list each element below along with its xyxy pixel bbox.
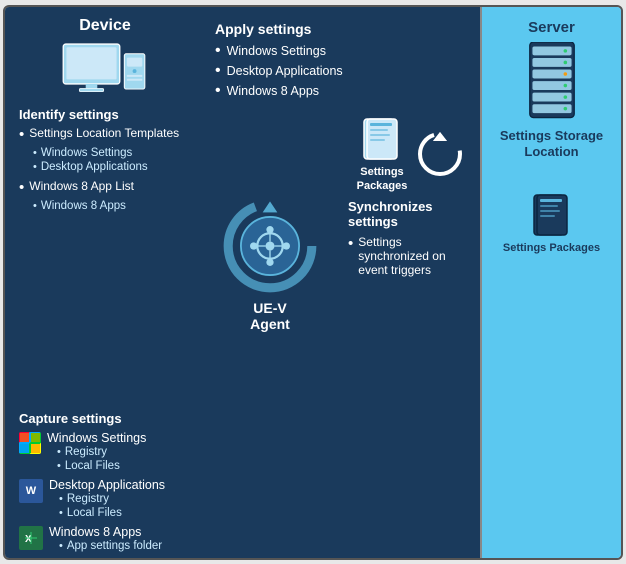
windows-icon — [19, 432, 41, 454]
pkg-label-left: SettingsPackages — [357, 165, 408, 194]
top-section: Device Apply settings — [5, 7, 480, 107]
computer-icon — [60, 39, 150, 107]
capture-windows-sub-1: Registry — [57, 446, 146, 458]
capture-win8-label: Windows 8 Apps — [49, 525, 162, 539]
agent-sync-icon — [215, 196, 325, 296]
pkg-icon-right — [532, 191, 572, 241]
identify-section: Identify settings Settings Location Temp… — [5, 107, 200, 411]
sync-item-1: Settings synchronized on event triggers — [348, 235, 472, 277]
word-icon: W — [19, 479, 43, 503]
identify-item-1: Settings Location Templates — [19, 126, 190, 144]
main-container: Device Apply settings — [3, 5, 623, 560]
apply-title: Apply settings — [215, 21, 470, 37]
identify-sub-2: Desktop Applications — [33, 161, 190, 173]
capture-section: Capture settings Windows Settings — [5, 411, 200, 558]
packages-row: SettingsPackages — [348, 115, 472, 194]
agent-center: UE-VAgent — [200, 107, 340, 411]
capture-desktop-sub-2: Local Files — [59, 507, 165, 519]
capture-desktop-label: Desktop Applications — [49, 478, 165, 492]
apply-item-2: Desktop Applications — [215, 63, 470, 79]
identify-list: Settings Location Templates — [19, 126, 190, 144]
identify-sublist-1: Windows Settings Desktop Applications — [19, 147, 190, 173]
capture-windows-label: Windows Settings — [47, 431, 146, 445]
pkg-icon-left — [362, 115, 402, 165]
identify-item-2: Windows 8 App List — [19, 179, 190, 197]
storage-label: Settings StorageLocation — [500, 128, 603, 162]
server-rack-icon — [522, 42, 582, 122]
sync-packages-section: SettingsPackages Synchronizes settings S… — [340, 107, 480, 411]
server-label: Server — [528, 19, 575, 36]
capture-desktop-sub-1: Registry — [59, 493, 165, 505]
pkg-label-right: Settings Packages — [503, 241, 600, 255]
settings-pkg-left: SettingsPackages — [357, 115, 408, 194]
apply-section: Apply settings Windows Settings Desktop … — [205, 7, 480, 107]
apply-item-3: Windows 8 Apps — [215, 83, 470, 99]
identify-title: Identify settings — [19, 107, 190, 122]
identify-sub-1: Windows Settings — [33, 147, 190, 159]
bottom-row: Capture settings Windows Settings — [5, 411, 480, 558]
capture-windows-sub-2: Local Files — [57, 460, 146, 472]
settings-pkg-right: Settings Packages — [503, 191, 600, 255]
device-label: Device — [79, 17, 131, 35]
left-panel: Device Apply settings — [5, 7, 480, 558]
apply-list: Windows Settings Desktop Applications Wi… — [215, 43, 470, 99]
right-panel: Server Settings StorageLocation — [480, 7, 621, 558]
identify-sublist-2: Windows 8 Apps — [19, 200, 190, 212]
sync-list: Settings synchronized on event triggers — [348, 235, 472, 277]
capture-item-desktop: W Desktop Applications Registry Local Fi… — [19, 478, 190, 521]
identify-list-2: Windows 8 App List — [19, 179, 190, 197]
capture-win8-sub-1: App settings folder — [59, 540, 162, 552]
excel-icon: X — [19, 526, 43, 550]
device-section: Device — [5, 7, 205, 107]
identify-sub-3: Windows 8 Apps — [33, 200, 190, 212]
sync-arrow-icon — [417, 131, 463, 177]
capture-item-windows: Windows Settings Registry Local Files — [19, 431, 190, 474]
middle-section: Identify settings Settings Location Temp… — [5, 107, 480, 411]
capture-title: Capture settings — [19, 411, 190, 426]
sync-title: Synchronizes settings — [348, 199, 472, 229]
capture-item-win8: X Windows 8 Apps App settings folder — [19, 525, 190, 554]
apply-item-1: Windows Settings — [215, 43, 470, 59]
agent-label: UE-VAgent — [250, 300, 290, 332]
